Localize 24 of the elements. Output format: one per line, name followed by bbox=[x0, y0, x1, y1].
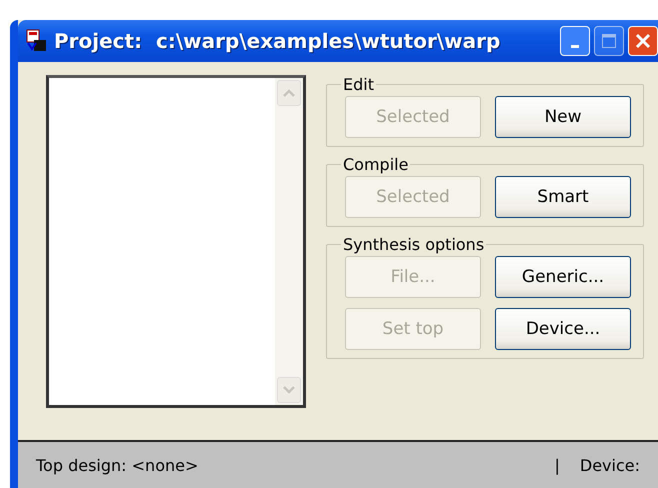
scroll-bar[interactable] bbox=[275, 78, 303, 405]
up-caret-icon bbox=[282, 89, 296, 97]
close-icon bbox=[635, 33, 651, 49]
status-separator: | bbox=[554, 456, 560, 474]
group-title: Compile bbox=[342, 155, 410, 174]
close-button[interactable] bbox=[628, 26, 658, 56]
top-design-label: Top design: <none> bbox=[36, 456, 198, 474]
app-icon bbox=[26, 29, 48, 53]
minimize-icon bbox=[571, 45, 579, 48]
group-title: Edit bbox=[342, 75, 375, 94]
scroll-down-button[interactable] bbox=[277, 377, 301, 403]
maximize-icon bbox=[601, 33, 617, 49]
push-button[interactable]: New bbox=[495, 96, 631, 138]
push-button[interactable]: Generic... bbox=[495, 256, 631, 298]
window-title: Project: c:\warp\examples\wtutor\warp bbox=[54, 29, 502, 53]
device-label: Device: bbox=[580, 456, 640, 474]
down-caret-icon bbox=[282, 386, 296, 394]
scroll-up-button[interactable] bbox=[277, 80, 301, 106]
group-title: Synthesis options bbox=[342, 235, 486, 254]
maximize-button[interactable] bbox=[594, 26, 624, 56]
push-button[interactable]: Smart bbox=[495, 176, 631, 218]
minimize-button[interactable] bbox=[560, 26, 590, 56]
push-button[interactable]: Device... bbox=[495, 308, 631, 350]
file-list[interactable] bbox=[46, 75, 306, 408]
